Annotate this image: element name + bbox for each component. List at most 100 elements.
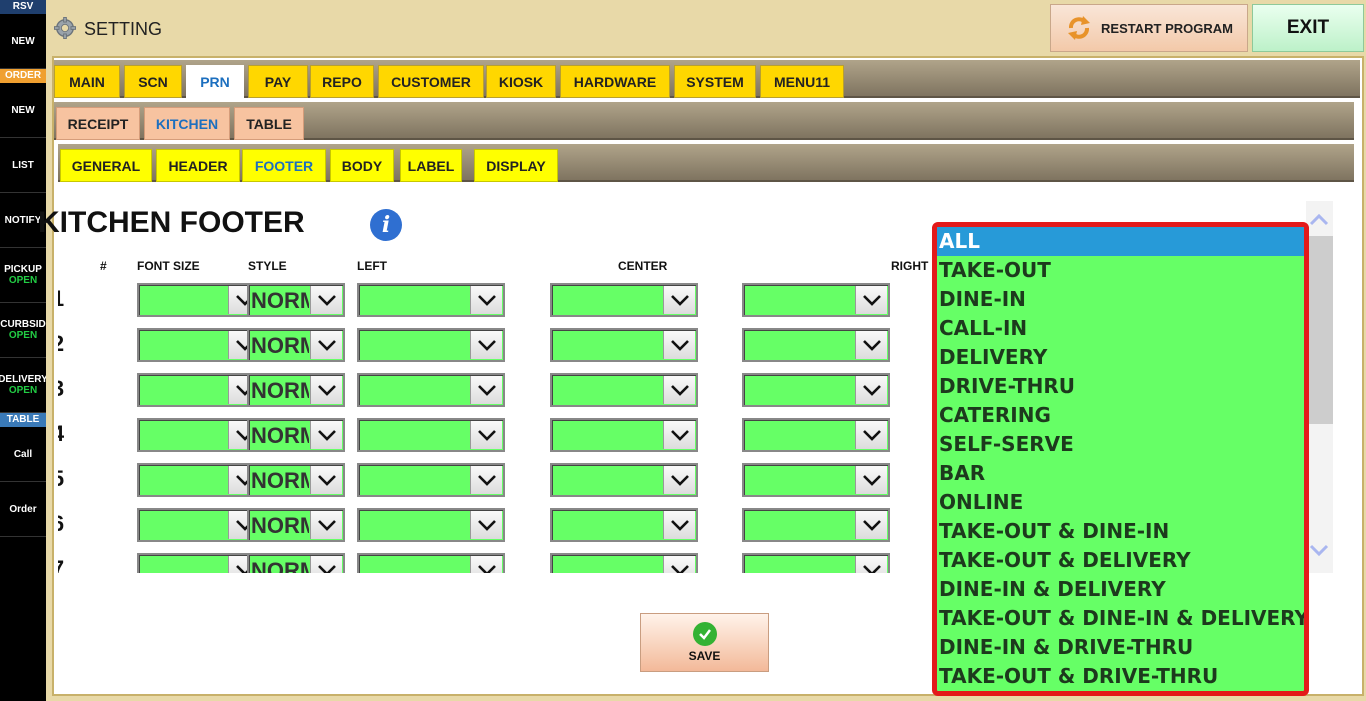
left-select[interactable] [357, 508, 505, 542]
tab-kitchen[interactable]: KITCHEN [144, 107, 230, 140]
save-button[interactable]: SAVE [640, 613, 769, 672]
chevron-down-icon[interactable] [663, 421, 695, 449]
center-select[interactable] [550, 553, 698, 573]
tab-table[interactable]: TABLE [234, 107, 304, 140]
chevron-down-icon[interactable] [470, 286, 502, 314]
chevron-down-icon[interactable] [855, 556, 887, 573]
dropdown-option[interactable]: CALL-IN [937, 314, 1304, 343]
style-select[interactable]: NORMAL [247, 418, 345, 452]
chevron-down-icon[interactable] [470, 331, 502, 359]
chevron-down-icon[interactable] [470, 376, 502, 404]
sidebar-button-curbsid[interactable]: CURBSID OPEN [0, 303, 46, 358]
center-select[interactable] [550, 463, 698, 497]
chevron-down-icon[interactable] [855, 376, 887, 404]
dropdown-option[interactable]: TAKE-OUT & DINE-IN & DELIVERY [937, 604, 1304, 633]
dropdown-option[interactable]: TAKE-OUT & DRIVE-THRU [937, 662, 1304, 691]
dropdown-option[interactable]: TAKE-OUT & DINE-IN [937, 517, 1304, 546]
right-select[interactable] [742, 418, 890, 452]
right-select[interactable] [742, 463, 890, 497]
chevron-down-icon[interactable] [310, 556, 342, 573]
dropdown-option[interactable]: CATERING [937, 401, 1304, 430]
chevron-down-icon[interactable] [663, 511, 695, 539]
right-select[interactable] [742, 508, 890, 542]
dropdown-option[interactable]: TAKE-OUT & DELIVERY [937, 546, 1304, 575]
chevron-down-icon[interactable] [310, 331, 342, 359]
chevron-down-icon[interactable] [470, 466, 502, 494]
right-select[interactable] [742, 328, 890, 362]
chevron-up-icon[interactable] [1308, 210, 1330, 230]
scrollbar-thumb[interactable] [1309, 236, 1333, 424]
left-select[interactable] [357, 373, 505, 407]
tab-scn[interactable]: SCN [124, 65, 182, 98]
center-select[interactable] [550, 508, 698, 542]
tab-general[interactable]: GENERAL [60, 149, 152, 182]
tab-menu11[interactable]: MENU11 [760, 65, 844, 98]
right-select[interactable] [742, 553, 890, 573]
chevron-down-icon[interactable] [855, 421, 887, 449]
sidebar-button-call[interactable]: Call [0, 427, 46, 482]
font-size-select[interactable] [137, 463, 263, 497]
chevron-down-icon[interactable] [663, 331, 695, 359]
tab-receipt[interactable]: RECEIPT [56, 107, 140, 140]
chevron-down-icon[interactable] [1308, 540, 1330, 560]
chevron-down-icon[interactable] [470, 556, 502, 573]
exit-button[interactable]: EXIT [1252, 4, 1364, 52]
left-select[interactable] [357, 553, 505, 573]
sidebar-button-pickup[interactable]: PICKUP OPEN [0, 248, 46, 303]
chevron-down-icon[interactable] [470, 421, 502, 449]
tab-prn[interactable]: PRN [186, 65, 244, 98]
left-select[interactable] [357, 328, 505, 362]
center-select[interactable] [550, 373, 698, 407]
tab-body[interactable]: BODY [330, 149, 394, 182]
order-type-dropdown-list[interactable]: ALL TAKE-OUT DINE-IN CALL-IN DELIVERY DRIVE-T… [932, 222, 1309, 696]
chevron-down-icon[interactable] [310, 286, 342, 314]
info-icon[interactable]: i [370, 209, 402, 241]
right-select[interactable] [742, 373, 890, 407]
dropdown-option[interactable]: TAKE-OUT [937, 256, 1304, 285]
dropdown-option[interactable]: ONLINE [937, 488, 1304, 517]
style-select[interactable]: NORMAL [247, 283, 345, 317]
chevron-down-icon[interactable] [855, 286, 887, 314]
dropdown-option[interactable]: DELIVERY [937, 343, 1304, 372]
style-select[interactable]: NORMAL [247, 373, 345, 407]
dropdown-option[interactable]: DINE-IN [937, 285, 1304, 314]
font-size-select[interactable] [137, 418, 263, 452]
tab-header[interactable]: HEADER [156, 149, 240, 182]
tab-hardware[interactable]: HARDWARE [560, 65, 670, 98]
chevron-down-icon[interactable] [310, 421, 342, 449]
font-size-select[interactable] [137, 373, 263, 407]
font-size-select[interactable] [137, 328, 263, 362]
chevron-down-icon[interactable] [663, 376, 695, 404]
tab-footer[interactable]: FOOTER [242, 149, 326, 182]
chevron-down-icon[interactable] [855, 466, 887, 494]
chevron-down-icon[interactable] [310, 466, 342, 494]
chevron-down-icon[interactable] [663, 286, 695, 314]
left-select[interactable] [357, 283, 505, 317]
dropdown-option[interactable]: SELF-SERVE [937, 430, 1304, 459]
chevron-down-icon[interactable] [663, 556, 695, 573]
sidebar-button-list[interactable]: LIST [0, 138, 46, 193]
tab-customer[interactable]: CUSTOMER [378, 65, 484, 98]
chevron-down-icon[interactable] [310, 511, 342, 539]
center-select[interactable] [550, 328, 698, 362]
sidebar-button-order[interactable]: Order [0, 482, 46, 537]
dropdown-option[interactable]: BAR [937, 459, 1304, 488]
sidebar-button-new[interactable]: NEW [0, 83, 46, 138]
chevron-down-icon[interactable] [310, 376, 342, 404]
sidebar-button-new[interactable]: NEW [0, 14, 46, 69]
center-select[interactable] [550, 418, 698, 452]
font-size-select[interactable] [137, 508, 263, 542]
tab-pay[interactable]: PAY [248, 65, 308, 98]
style-select[interactable]: NORMAL [247, 328, 345, 362]
chevron-down-icon[interactable] [663, 466, 695, 494]
right-select[interactable] [742, 283, 890, 317]
tab-label[interactable]: LABEL [400, 149, 462, 182]
chevron-down-icon[interactable] [855, 331, 887, 359]
font-size-select[interactable] [137, 283, 263, 317]
style-select[interactable]: NORMAL [247, 508, 345, 542]
style-select[interactable]: NORMAL [247, 463, 345, 497]
tab-kiosk[interactable]: KIOSK [486, 65, 556, 98]
left-select[interactable] [357, 463, 505, 497]
dropdown-option[interactable]: ALL [937, 227, 1304, 256]
restart-program-button[interactable]: RESTART PROGRAM [1050, 4, 1248, 52]
